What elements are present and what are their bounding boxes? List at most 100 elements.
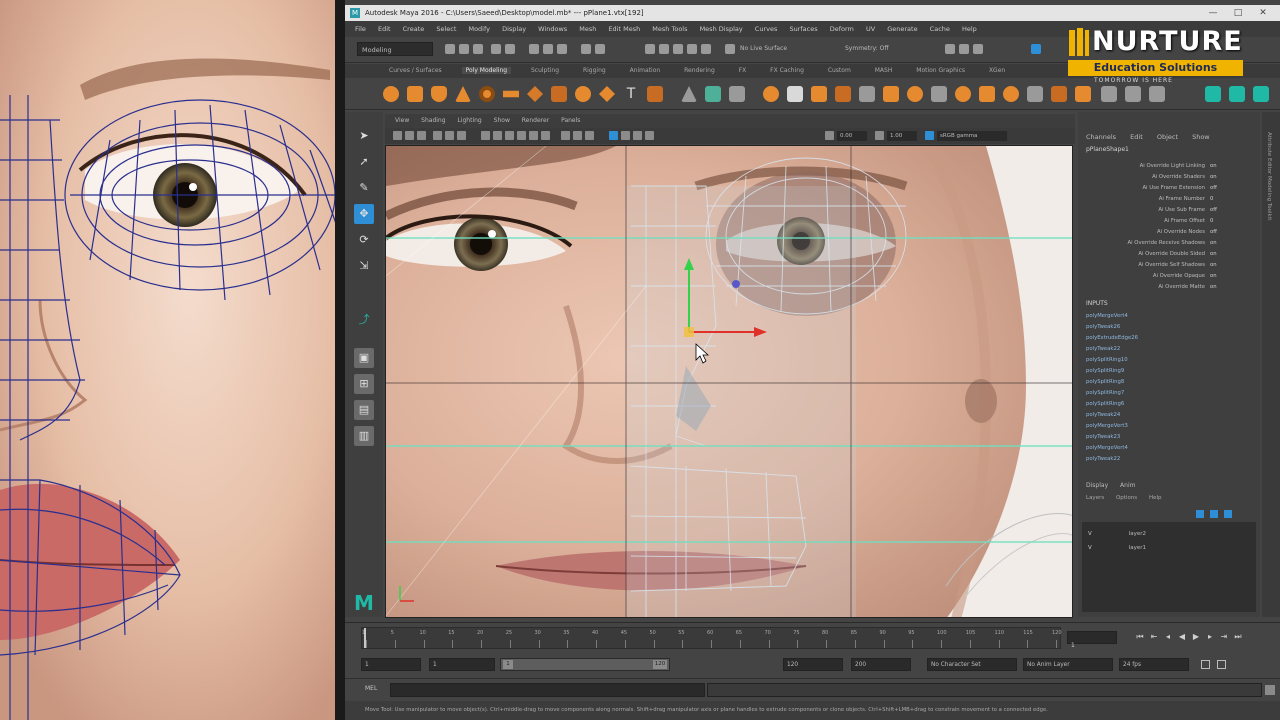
symmetry-label[interactable]: Symmetry: Off	[845, 45, 888, 52]
menu-generate[interactable]: Generate	[887, 25, 917, 33]
outliner-layout-icon[interactable]: ▥	[354, 426, 374, 446]
script-editor-icon[interactable]	[1265, 685, 1275, 695]
poly-torus-icon[interactable]	[479, 86, 495, 102]
playback-end-field[interactable]: 120	[783, 658, 843, 671]
scale-tool-icon[interactable]: ⇲	[354, 256, 374, 276]
shadows-icon[interactable]	[541, 131, 550, 140]
snap-point-icon[interactable]	[673, 44, 683, 54]
layer-tab-anim[interactable]: Anim	[1120, 482, 1135, 489]
exposure-icon[interactable]	[825, 131, 834, 140]
multi-cut-icon[interactable]	[931, 86, 947, 102]
menu-mesh[interactable]: Mesh	[579, 25, 596, 33]
menu-edit-mesh[interactable]: Edit Mesh	[608, 25, 640, 33]
play-backwards-icon[interactable]: ◀	[1177, 632, 1187, 642]
gamma-icon[interactable]	[875, 131, 884, 140]
shelf-tab-fx-caching[interactable]: FX Caching	[766, 67, 808, 74]
panel-menu-lighting[interactable]: Lighting	[457, 117, 481, 124]
channel-attribute-row[interactable]: Ai Frame Offset 0	[1078, 217, 1260, 225]
layer-tab-display[interactable]: Display	[1086, 482, 1108, 489]
motion-blur-icon[interactable]	[573, 131, 582, 140]
input-node-item[interactable]: polyMergeVert4	[1086, 444, 1256, 452]
range-end-handle[interactable]: 120	[653, 660, 667, 669]
menu-edit[interactable]: Edit	[378, 25, 391, 33]
layer-visibility-toggle[interactable]: V	[1088, 528, 1097, 540]
panel-menu-shading[interactable]: Shading	[421, 117, 445, 124]
select-object-icon[interactable]	[543, 44, 553, 54]
animation-start-field[interactable]: 1	[361, 658, 421, 671]
extrude-icon[interactable]	[787, 86, 803, 102]
vertex-mode-icon[interactable]	[581, 44, 591, 54]
input-node-item[interactable]: polyExtrudeEdge26	[1086, 334, 1256, 342]
channel-attribute-row[interactable]: Ai Override Matte on	[1078, 283, 1260, 291]
edge-mode-icon[interactable]	[595, 44, 605, 54]
cb-menu-channels[interactable]: Channels	[1086, 133, 1116, 141]
animation-end-field[interactable]: 200	[851, 658, 911, 671]
auto-key-icon[interactable]	[1201, 660, 1210, 669]
shelf-tab-custom[interactable]: Custom	[824, 67, 855, 74]
layer-name[interactable]: layer1	[1129, 545, 1146, 551]
anim-preferences-icon[interactable]	[1217, 660, 1226, 669]
camera-attributes-icon[interactable]	[393, 131, 402, 140]
shelf-tab-rigging[interactable]: Rigging	[579, 67, 610, 74]
channel-attribute-row[interactable]: Ai Override Nodes off	[1078, 228, 1260, 236]
isolate-select-icon[interactable]	[609, 131, 618, 140]
sign-in-icon[interactable]	[1031, 44, 1041, 54]
channel-attribute-row[interactable]: Ai Use Sub Frame off	[1078, 206, 1260, 214]
rotate-tool-icon[interactable]: ⟳	[354, 230, 374, 250]
layer-name[interactable]: layer2	[1129, 531, 1146, 537]
maximize-button[interactable]: □	[1225, 5, 1251, 21]
shelf-tab-motion-graphics[interactable]: Motion Graphics	[912, 67, 969, 74]
gamma-field[interactable]: 1.00	[887, 131, 917, 141]
playback-start-field[interactable]: 1	[429, 658, 495, 671]
input-node-item[interactable]: polySplitRing10	[1086, 356, 1256, 364]
playback-range-bar[interactable]: 1 120	[500, 658, 670, 671]
menu-set-dropdown[interactable]: Modeling	[357, 42, 433, 56]
xray-icon[interactable]	[621, 131, 630, 140]
time-slider-track[interactable]: 1510152025303540455055606570758085909510…	[361, 627, 1062, 649]
menu-create[interactable]: Create	[403, 25, 425, 33]
layer-row[interactable]: V layer2	[1088, 528, 1146, 540]
bookmark-icon[interactable]	[405, 131, 414, 140]
viewport-scene[interactable]	[386, 146, 1073, 618]
layer-up-icon[interactable]	[1224, 510, 1232, 518]
lasso-tool-icon[interactable]: ➚	[354, 152, 374, 172]
anti-aliasing-icon[interactable]	[585, 131, 594, 140]
redo-icon[interactable]	[505, 44, 515, 54]
poly-disc-icon[interactable]	[527, 86, 543, 102]
xray-components-icon[interactable]	[645, 131, 654, 140]
mel-label[interactable]: MEL	[365, 685, 377, 692]
menu-modify[interactable]: Modify	[468, 25, 490, 33]
selected-object-name[interactable]: pPlaneShape1	[1086, 146, 1129, 153]
layer-row[interactable]: V layer1	[1088, 542, 1146, 554]
quad-draw-icon[interactable]	[1051, 86, 1067, 102]
input-node-item[interactable]: polySplitRing6	[1086, 400, 1256, 408]
step-forward-frame-icon[interactable]: ▸	[1205, 632, 1215, 642]
poly-cone-icon[interactable]	[455, 86, 471, 102]
input-node-item[interactable]: polyTweak22	[1086, 455, 1256, 463]
attribute-value[interactable]: on	[1210, 162, 1217, 170]
image-plane-icon[interactable]	[417, 131, 426, 140]
attribute-value[interactable]: off	[1210, 206, 1217, 214]
snap-curve-icon[interactable]	[659, 44, 669, 54]
menu-uv[interactable]: UV	[866, 25, 875, 33]
channel-attribute-row[interactable]: Ai Frame Number 0	[1078, 195, 1260, 203]
bridge-icon[interactable]	[811, 86, 827, 102]
shelf-tab-mash[interactable]: MASH	[871, 67, 897, 74]
connect-icon[interactable]	[979, 86, 995, 102]
channel-attribute-row[interactable]: Ai Override Double Sided on	[1078, 250, 1260, 258]
offset-edge-loop-icon[interactable]	[1003, 86, 1019, 102]
insert-edge-loop-icon[interactable]	[1027, 86, 1043, 102]
poly-plane-icon[interactable]	[503, 90, 519, 98]
shelf-tab-animation[interactable]: Animation	[626, 67, 665, 74]
close-button[interactable]: ✕	[1250, 5, 1276, 21]
attribute-value[interactable]: off	[1210, 228, 1217, 236]
perspective-viewport[interactable]	[385, 145, 1073, 618]
panel-menu-panels[interactable]: Panels	[561, 117, 580, 124]
single-perspective-layout-icon[interactable]: ▣	[354, 348, 374, 368]
channel-attribute-row[interactable]: Ai Use Frame Extension off	[1078, 184, 1260, 192]
panel-menu-show[interactable]: Show	[494, 117, 510, 124]
go-to-start-icon[interactable]: ⏮	[1135, 632, 1145, 642]
view-transform-dropdown[interactable]: sRGB gamma	[937, 131, 1007, 141]
input-node-item[interactable]: polyMergeVert4	[1086, 312, 1256, 320]
menu-curves[interactable]: Curves	[755, 25, 778, 33]
